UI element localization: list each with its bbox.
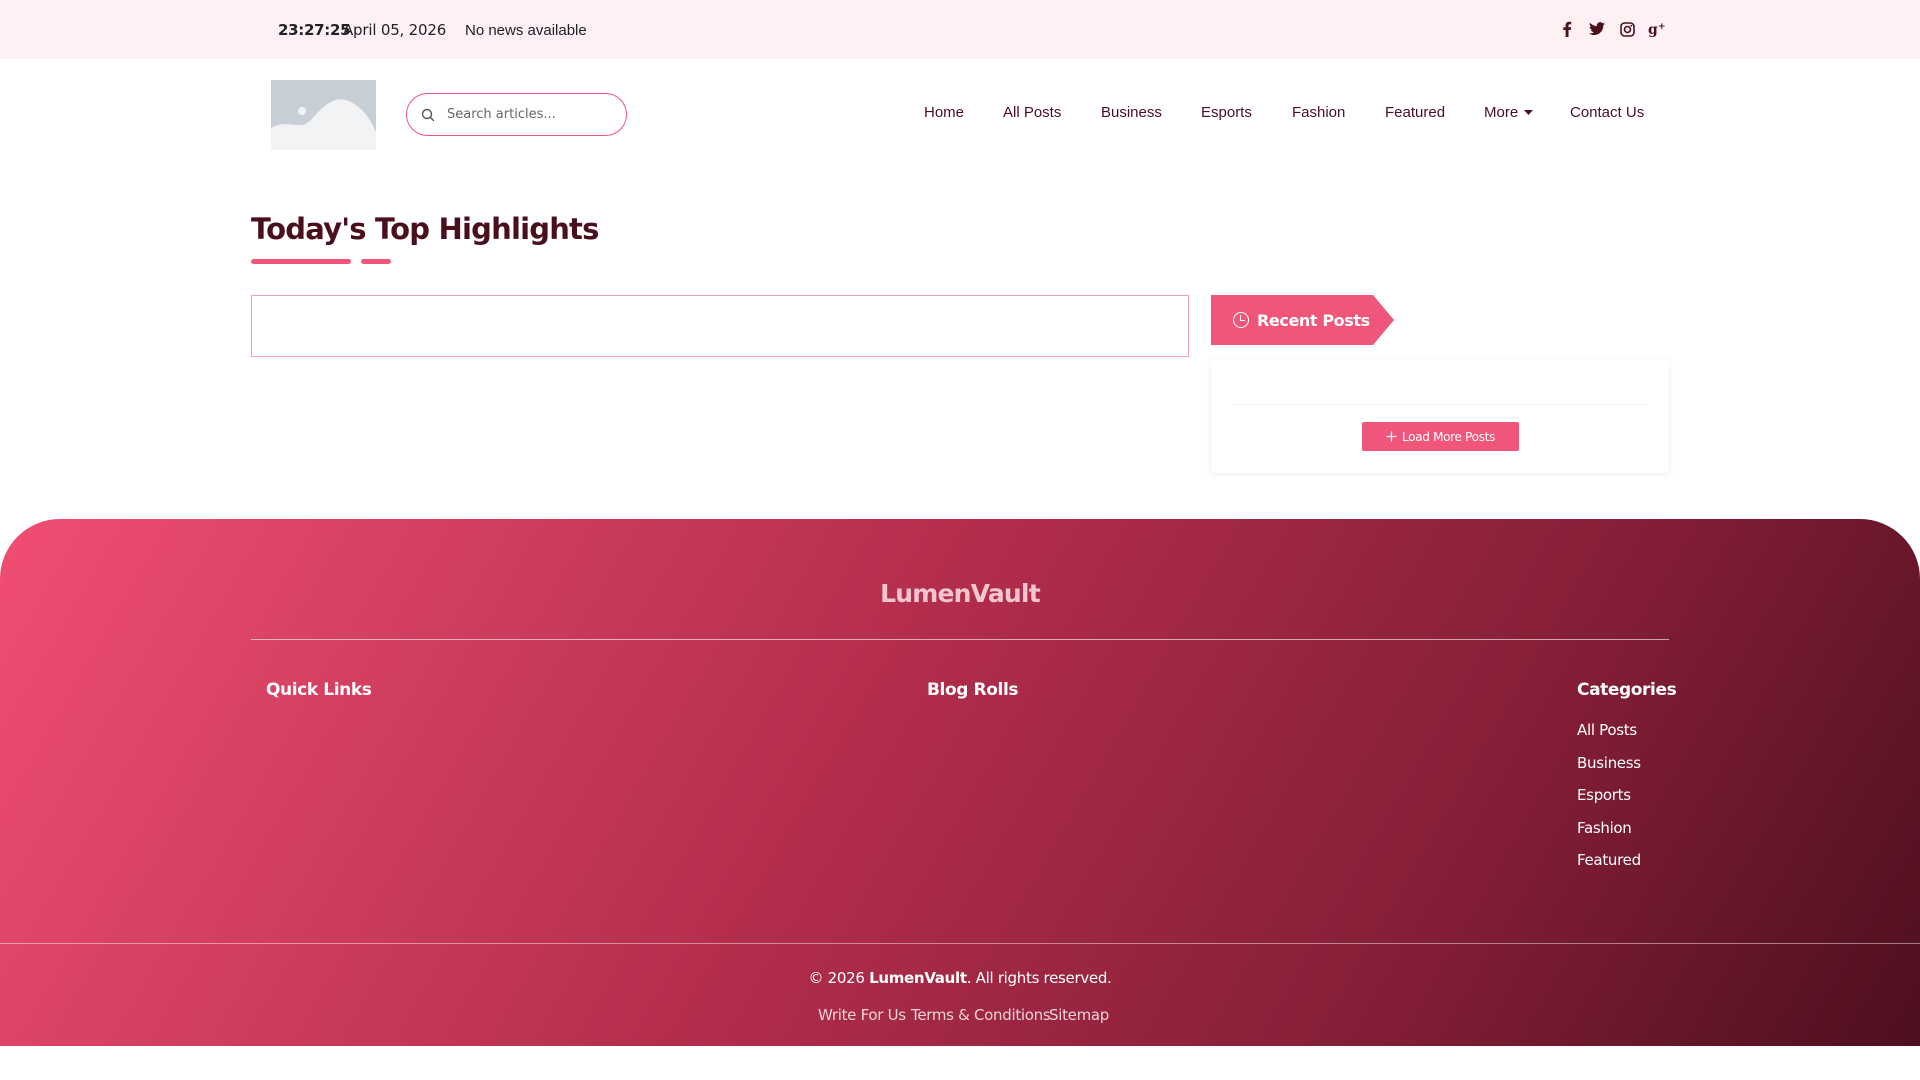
- footer-category-business[interactable]: Business: [1577, 754, 1641, 772]
- recent-posts-title: Recent Posts: [1257, 310, 1370, 330]
- search-icon: [421, 108, 435, 121]
- nav-more[interactable]: More: [1484, 104, 1534, 121]
- nav-fashion[interactable]: Fashion: [1292, 104, 1345, 121]
- site-logo[interactable]: [271, 80, 376, 150]
- top-bar: 23:27:25 April 05, 2026 No news availabl…: [0, 0, 1920, 59]
- footer-category-fashion[interactable]: Fashion: [1577, 819, 1632, 837]
- categories-title: Categories: [1577, 680, 1677, 700]
- divider: [1233, 404, 1647, 405]
- nav-home[interactable]: Home: [924, 104, 964, 121]
- plus-icon: [1386, 431, 1397, 442]
- highlights-container: [251, 295, 1189, 357]
- current-time: 23:27:25: [278, 21, 351, 39]
- copyright-brand: LumenVault: [869, 969, 967, 987]
- nav-esports[interactable]: Esports: [1201, 104, 1252, 121]
- title-underline-accent: [361, 259, 391, 264]
- footer-bottom-divider: [0, 943, 1920, 944]
- news-ticker: No news available: [465, 22, 587, 39]
- current-date: April 05, 2026: [343, 21, 447, 39]
- search-box[interactable]: [406, 93, 627, 136]
- load-more-button[interactable]: Load More Posts: [1362, 422, 1519, 451]
- instagram-icon[interactable]: [1616, 18, 1638, 40]
- copyright-suffix: . All rights reserved.: [966, 969, 1112, 987]
- facebook-icon[interactable]: [1556, 18, 1578, 40]
- footer-divider: [251, 639, 1669, 640]
- quick-links-title: Quick Links: [266, 680, 372, 700]
- sitemap-link[interactable]: Sitemap: [1049, 1006, 1109, 1024]
- terms-link[interactable]: Terms & Conditions: [911, 1006, 1051, 1024]
- copyright-prefix: © 2026: [808, 969, 865, 987]
- recent-posts-header: Recent Posts: [1211, 295, 1394, 345]
- footer-category-featured[interactable]: Featured: [1577, 851, 1641, 869]
- nav-contact-us[interactable]: Contact Us: [1570, 104, 1644, 121]
- nav-more-label: More: [1484, 104, 1519, 121]
- recent-posts-card: Load More Posts: [1211, 360, 1669, 473]
- footer-category-all-posts[interactable]: All Posts: [1577, 721, 1637, 739]
- nav-all-posts[interactable]: All Posts: [1003, 104, 1061, 121]
- write-for-us-link[interactable]: Write For Us: [818, 1006, 906, 1024]
- nav-business[interactable]: Business: [1101, 104, 1162, 121]
- svg-text:g: g: [1648, 22, 1658, 37]
- footer: LumenVault Quick Links Blog Rolls Catego…: [0, 519, 1920, 1046]
- google-plus-icon[interactable]: g +: [1646, 18, 1668, 40]
- caret-down-icon: [1524, 110, 1534, 116]
- clock-icon: [1233, 312, 1249, 328]
- footer-brand[interactable]: LumenVault: [0, 579, 1920, 608]
- blog-rolls-title: Blog Rolls: [927, 680, 1019, 700]
- copyright: © 2026 LumenVault. All rights reserved.: [0, 969, 1920, 987]
- footer-category-esports[interactable]: Esports: [1577, 786, 1631, 804]
- twitter-icon[interactable]: [1586, 18, 1608, 40]
- title-underline: [251, 259, 351, 264]
- nav-featured[interactable]: Featured: [1385, 104, 1445, 121]
- search-input[interactable]: [447, 107, 607, 122]
- load-more-label: Load More Posts: [1401, 429, 1496, 444]
- page-title: Today's Top Highlights: [251, 212, 599, 246]
- svg-text:+: +: [1658, 22, 1666, 32]
